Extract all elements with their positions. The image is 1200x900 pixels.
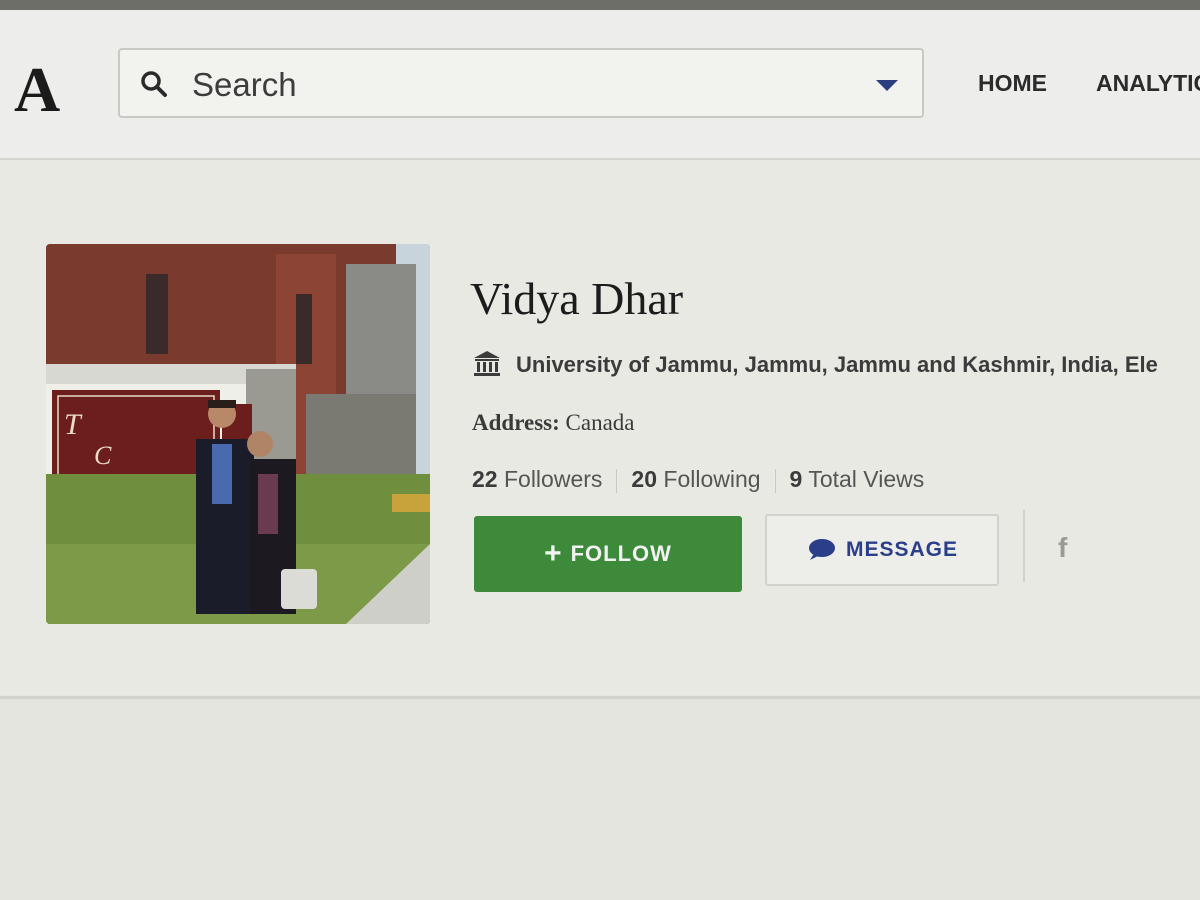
followers-link[interactable]: 22 Followers: [472, 466, 602, 492]
site-logo[interactable]: A: [14, 58, 60, 122]
search-icon: [141, 71, 167, 97]
followers-count: 22: [472, 466, 498, 492]
profile-photo: T C: [46, 244, 430, 624]
button-separator: [1023, 510, 1025, 582]
followers-label: Followers: [503, 466, 603, 492]
address-line: Address: Canada: [472, 410, 634, 436]
plus-icon: +: [544, 537, 563, 570]
svg-text:C: C: [94, 441, 112, 470]
lower-section: [0, 699, 1200, 900]
chat-bubble-icon: [808, 539, 835, 560]
search-bar[interactable]: Search: [118, 48, 924, 118]
search-input[interactable]: Search: [192, 66, 297, 104]
facebook-icon[interactable]: f: [1058, 532, 1067, 564]
profile-name: Vidya Dhar: [470, 273, 684, 324]
stats-separator: [774, 468, 776, 493]
monitor-frame: [0, 0, 1200, 10]
nav-analytics[interactable]: ANALYTIC: [1096, 70, 1200, 97]
institution-icon: [474, 351, 500, 376]
following-count: 20: [631, 466, 657, 492]
message-button[interactable]: MESSAGE: [765, 514, 999, 586]
stats-separator: [616, 468, 618, 493]
follow-button[interactable]: + FOLLOW: [474, 516, 742, 592]
views-label: Total Views: [808, 466, 925, 492]
nav-home[interactable]: HOME: [978, 70, 1047, 97]
views-count: 9: [789, 466, 803, 492]
address-label: Address:: [472, 410, 560, 435]
address-value: Canada: [565, 410, 635, 435]
follow-label: FOLLOW: [570, 541, 672, 566]
message-label: MESSAGE: [845, 538, 959, 561]
following-label: Following: [663, 466, 761, 492]
svg-text:T: T: [64, 408, 83, 441]
chevron-down-icon[interactable]: [876, 80, 898, 91]
total-views: 9 Total Views: [790, 466, 925, 492]
site-header: A Search HOME ANALYTIC: [0, 10, 1200, 160]
profile-stats: 22 Followers 20 Following 9 Total Views: [472, 466, 924, 493]
following-link[interactable]: 20 Following: [631, 466, 760, 492]
institution-link[interactable]: University of Jammu, Jammu, Jammu and Ka…: [516, 352, 1158, 378]
